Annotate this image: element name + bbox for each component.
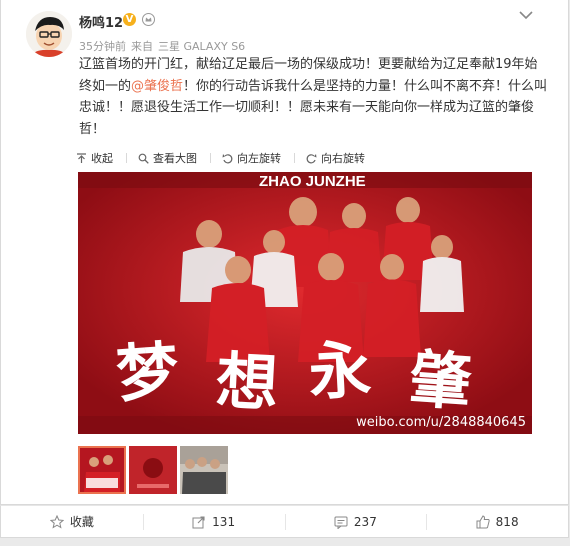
comment-button[interactable]: 237 [284, 506, 427, 537]
svg-text:永: 永 [307, 333, 373, 409]
member-crown-icon[interactable] [142, 13, 155, 26]
magnifier-icon [138, 153, 149, 164]
post-text: 辽篮首场的开门红，献给辽足最后一场的保级成功！更要献给为辽足奉献19年始终如一的… [79, 54, 549, 140]
user-name[interactable]: 杨鸣12 [79, 12, 123, 31]
collapse-icon [77, 152, 86, 163]
forward-count: 131 [212, 514, 236, 529]
comment-count: 237 [353, 514, 377, 529]
comment-icon [334, 516, 348, 529]
like-button[interactable]: 818 [426, 506, 568, 537]
rotate-right-button[interactable]: 向右旋转 [306, 150, 365, 166]
favorite-label: 收藏 [69, 515, 94, 529]
post-meta: 35分钟前 来自 三星 GALAXY S6 [79, 38, 245, 54]
rotate-left-icon [222, 153, 233, 163]
divider [210, 153, 211, 163]
thumbnail-2[interactable] [129, 446, 177, 494]
rotate-right-label: 向右旋转 [321, 152, 365, 165]
view-large-label: 查看大图 [153, 152, 197, 165]
forward-icon [192, 515, 205, 528]
thumbs-up-icon [476, 514, 490, 528]
svg-text:想: 想 [214, 344, 280, 420]
collapse-button[interactable]: 收起 [76, 150, 113, 166]
like-count: 818 [495, 514, 519, 529]
poster-graphic: 梦 想 永 肇 [78, 172, 532, 434]
source-prefix: 来自 [131, 40, 153, 53]
rotate-left-label: 向左旋转 [237, 152, 281, 165]
collapse-label: 收起 [91, 152, 113, 165]
favorite-button[interactable]: 收藏 [1, 506, 143, 537]
user-avatar[interactable] [26, 11, 72, 57]
star-icon [49, 514, 64, 529]
post-source[interactable]: 三星 GALAXY S6 [158, 40, 245, 53]
divider [126, 153, 127, 163]
post-image-large[interactable]: 梦 想 永 肇 ZHAO JUNZHE weibo.com/u/28488406… [78, 172, 532, 434]
verified-badge-icon: V [123, 13, 136, 26]
weibo-post-card: 杨鸣12 V 35分钟前 来自 三星 GALAXY S6 辽篮首场的开门红，献给辽足… [0, 0, 569, 505]
image-toolbar: 收起 查看大图 向左旋转 向右旋转 [76, 150, 378, 166]
view-large-button[interactable]: 查看大图 [138, 150, 197, 166]
post-action-bar: 收藏 131 237 818 [0, 505, 569, 538]
chevron-down-icon[interactable] [519, 10, 533, 20]
mention-link[interactable]: @肇俊哲 [131, 79, 183, 94]
weibo-watermark: weibo.com/u/2848840645 [356, 415, 526, 430]
forward-button[interactable]: 131 [142, 506, 285, 537]
poster-title: ZHAO JUNZHE [259, 173, 366, 190]
image-thumbnails [78, 446, 228, 494]
post-time[interactable]: 35分钟前 [79, 40, 126, 53]
svg-text:梦: 梦 [114, 334, 181, 411]
divider [294, 153, 295, 163]
rotate-left-button[interactable]: 向左旋转 [222, 150, 281, 166]
thumbnail-3[interactable] [180, 446, 228, 494]
thumbnail-1[interactable] [78, 446, 126, 494]
svg-text:肇: 肇 [407, 342, 474, 419]
rotate-right-icon [306, 153, 317, 163]
